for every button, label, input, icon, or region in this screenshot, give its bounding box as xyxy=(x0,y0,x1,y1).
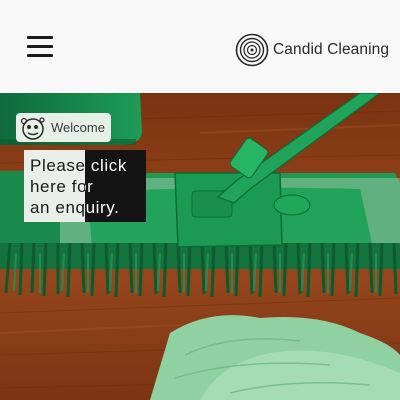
enquiry-cta[interactable]: Please click here for an enquiry. Please… xyxy=(24,150,146,222)
site-header: Candid Cleaning xyxy=(0,0,400,93)
welcome-label: Welcome xyxy=(51,120,105,135)
cta-split-text: Please click here for an enquiry. Please… xyxy=(30,156,126,217)
brand-name: Candid Cleaning xyxy=(273,41,390,58)
welcome-badge[interactable]: Welcome xyxy=(16,113,111,142)
svg-text:here for: here for xyxy=(30,177,93,196)
cleaning-mascot-icon xyxy=(20,116,45,140)
spiral-logo-icon xyxy=(235,33,269,67)
brand-logo[interactable]: Candid Cleaning xyxy=(235,33,389,67)
hamburger-menu-icon[interactable] xyxy=(27,34,55,58)
